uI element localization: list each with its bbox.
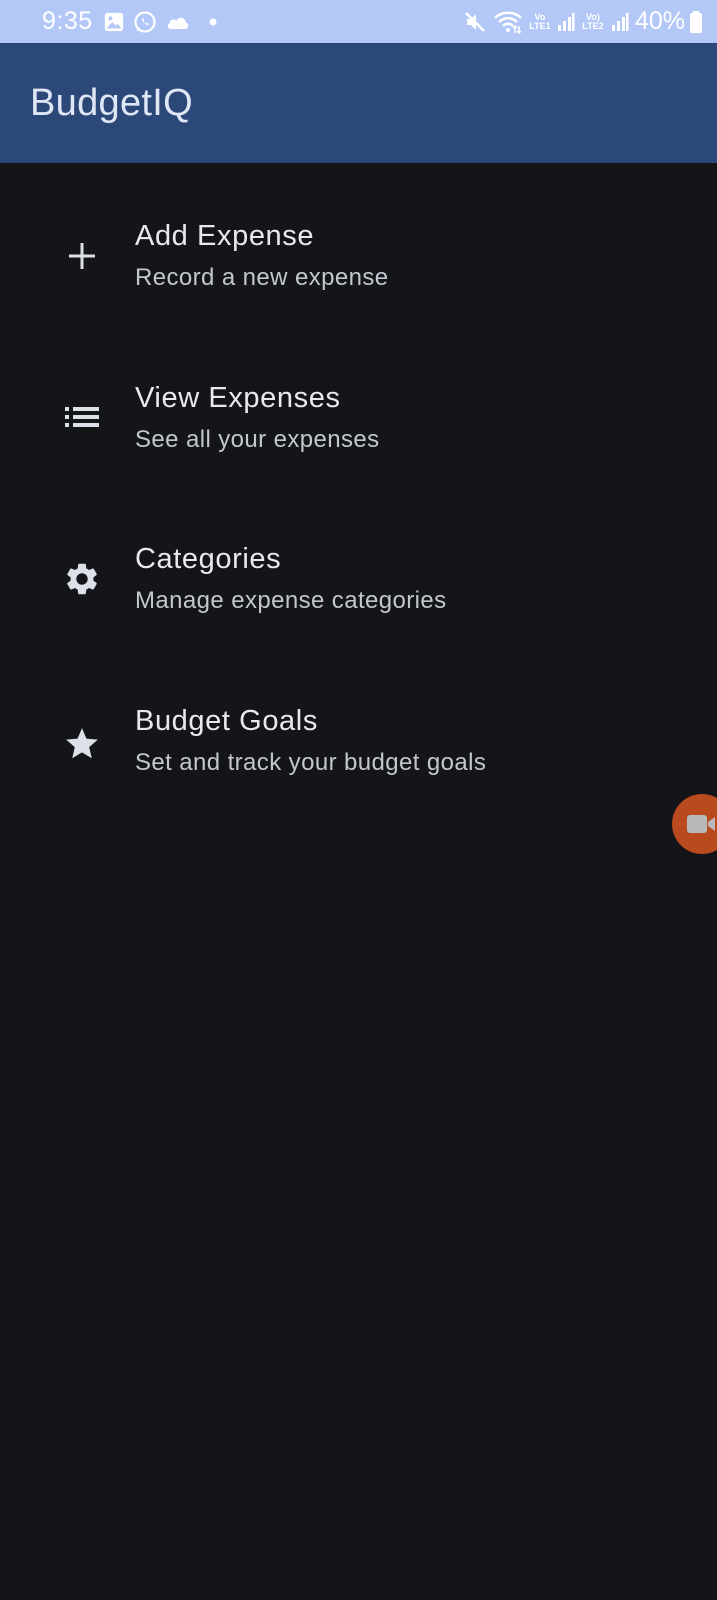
battery-icon bbox=[689, 10, 703, 34]
status-bar: 9:35 Vo LTE1 Vo) LTE2 40% bbox=[0, 0, 717, 43]
menu-item-view-expenses[interactable]: View Expenses See all your expenses bbox=[0, 348, 717, 498]
menu-item-title: Add Expense bbox=[135, 220, 315, 252]
signal-icon bbox=[611, 12, 629, 32]
menu-item-title: Categories bbox=[135, 543, 282, 575]
battery-percent: 40% bbox=[634, 7, 685, 35]
menu-item-title: Budget Goals bbox=[135, 705, 318, 737]
app-bar: BudgetIQ bbox=[0, 43, 717, 163]
menu-item-budget-goals[interactable]: Budget Goals Set and track your budget g… bbox=[0, 678, 717, 828]
menu-item-subtitle: See all your expenses bbox=[135, 426, 380, 453]
mute-icon bbox=[463, 10, 487, 34]
list-icon bbox=[60, 395, 104, 439]
whatsapp-icon bbox=[133, 10, 157, 34]
menu-item-subtitle: Record a new expense bbox=[135, 264, 389, 291]
lte1-label: Vo LTE1 bbox=[529, 11, 551, 31]
menu-item-add-expense[interactable]: Add Expense Record a new expense bbox=[0, 183, 717, 333]
app-title: BudgetIQ bbox=[30, 81, 193, 124]
menu-item-categories[interactable]: Categories Manage expense categories bbox=[0, 513, 717, 663]
menu-item-subtitle: Manage expense categories bbox=[135, 587, 447, 614]
cloud-icon bbox=[165, 12, 191, 32]
video-camera-icon bbox=[686, 813, 716, 835]
plus-icon bbox=[60, 234, 104, 278]
gallery-icon bbox=[103, 11, 125, 33]
floating-record-button[interactable] bbox=[672, 794, 717, 854]
dot-icon bbox=[209, 18, 217, 26]
gear-icon bbox=[60, 557, 104, 601]
status-right-group: Vo LTE1 Vo) LTE2 40% bbox=[463, 0, 703, 43]
menu-item-subtitle: Set and track your budget goals bbox=[135, 749, 487, 776]
lte2-label: Vo) LTE2 bbox=[582, 11, 604, 31]
status-time: 9:35 bbox=[42, 7, 93, 35]
wifi-icon bbox=[493, 10, 523, 34]
menu-item-title: View Expenses bbox=[135, 382, 341, 414]
screen: 9:35 Vo LTE1 Vo) LTE2 40% BudgetIQ Add E… bbox=[0, 0, 717, 1600]
star-icon bbox=[60, 722, 104, 766]
signal-icon bbox=[557, 12, 575, 32]
